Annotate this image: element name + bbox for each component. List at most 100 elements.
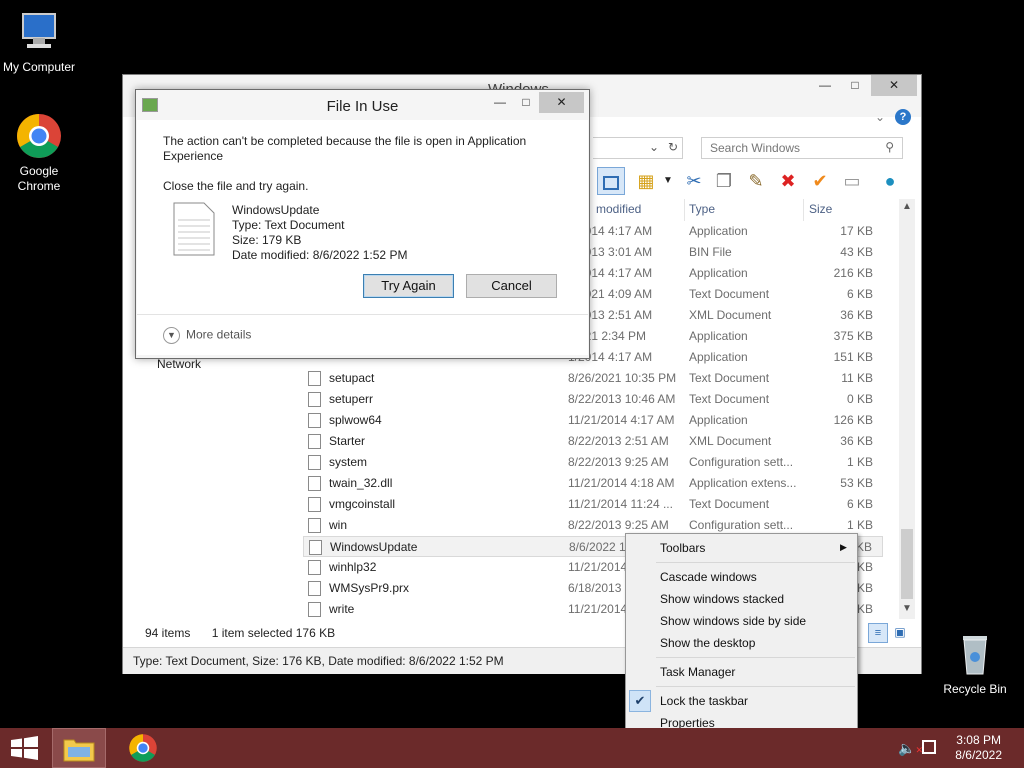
vertical-scrollbar[interactable]: ▲ ▼ xyxy=(899,199,915,619)
file-name-cell: system xyxy=(329,455,368,469)
menu-item-show-desktop[interactable]: Show the desktop xyxy=(660,636,755,650)
table-row[interactable]: twain_32.dll 11/21/2014 4:18 AM Applicatio… xyxy=(303,473,883,494)
file-size-cell: 0 KB xyxy=(846,392,873,406)
nav-pane-item-network[interactable]: Network xyxy=(157,357,201,371)
check-icon[interactable]: ✔ xyxy=(807,167,833,195)
dialog-minimize-button[interactable]: — xyxy=(486,92,514,113)
help-icon[interactable]: ? xyxy=(895,109,911,125)
file-type-cell: Text Document xyxy=(689,287,770,301)
file-icon xyxy=(308,455,321,470)
file-name-cell: twain_32.dll xyxy=(329,476,393,490)
file-in-use-dialog[interactable]: File In Use — □ ✕ The action can't be co… xyxy=(135,89,590,359)
layout-icon[interactable] xyxy=(597,167,625,195)
dialog-instruction: Close the file and try again. xyxy=(163,179,309,193)
scroll-up-icon[interactable]: ▲ xyxy=(902,201,912,212)
chrome-icon xyxy=(15,112,63,160)
file-icon xyxy=(308,497,321,512)
dropdown-arrow-icon[interactable]: ▼ xyxy=(655,167,681,195)
file-icon xyxy=(308,581,321,596)
desktop-icon-google-chrome[interactable]: Google Chrome xyxy=(0,112,84,194)
menu-item-toolbars[interactable]: Toolbars xyxy=(660,541,705,555)
search-icon: ⚲ xyxy=(885,140,894,154)
desktop-icon-recycle-bin[interactable]: Recycle Bin xyxy=(930,630,1020,697)
table-row[interactable]: vmgcoinstall 11/21/2014 11:24 ... Text Doc… xyxy=(303,494,883,515)
clock-time: 3:08 PM xyxy=(956,733,1001,747)
recycle-bin-icon xyxy=(955,630,995,678)
file-size-cell: 36 KB xyxy=(840,308,873,322)
file-size-cell: 43 KB xyxy=(840,245,873,259)
table-row[interactable]: setuperr 8/22/2013 10:46 AM Text Document 0… xyxy=(303,389,883,410)
try-again-button[interactable]: Try Again xyxy=(363,274,454,298)
file-type-cell: Text Document xyxy=(689,371,770,385)
menu-item-cascade[interactable]: Cascade windows xyxy=(660,570,757,584)
menu-item-side-by-side[interactable]: Show windows side by side xyxy=(660,614,806,628)
taskbar[interactable]: 🔈✕ 3:08 PM 8/6/2022 xyxy=(0,728,1024,768)
file-name-cell: vmgcoinstall xyxy=(329,497,396,511)
taskbar-chrome[interactable] xyxy=(116,728,170,768)
desktop-icon-my-computer[interactable]: My Computer xyxy=(0,8,84,75)
dialog-maximize-button[interactable]: □ xyxy=(512,92,540,113)
taskbar-file-explorer[interactable] xyxy=(52,728,106,768)
file-date-cell: 8/22/2013 2:51 AM xyxy=(568,434,669,448)
column-type[interactable]: Type xyxy=(689,202,715,216)
file-type-cell: Application xyxy=(689,224,748,238)
cut-icon[interactable]: ✂ xyxy=(681,167,707,195)
file-type-cell: Application extens... xyxy=(689,476,797,490)
file-icon xyxy=(308,602,321,617)
scroll-thumb[interactable] xyxy=(901,529,913,599)
delete-icon[interactable]: ✖ xyxy=(775,167,801,195)
minimize-button[interactable]: — xyxy=(811,75,839,96)
file-size-cell: 36 KB xyxy=(840,434,873,448)
dialog-body: The action can't be completed because th… xyxy=(137,120,588,355)
file-type-cell: XML Document xyxy=(689,308,772,322)
paste-icon[interactable]: ✎ xyxy=(743,167,769,195)
network-icon[interactable] xyxy=(922,740,936,754)
column-size[interactable]: Size xyxy=(809,202,832,216)
table-row[interactable]: splwow64 11/21/2014 4:17 AM Application 126… xyxy=(303,410,883,431)
table-row[interactable]: system 8/22/2013 9:25 AM Configuration set… xyxy=(303,452,883,473)
cancel-button[interactable]: Cancel xyxy=(466,274,557,298)
network-label: Network xyxy=(157,357,202,371)
close-button[interactable]: ✕ xyxy=(871,75,917,96)
file-type: Type: Text Document xyxy=(232,218,345,232)
file-type-cell: Application xyxy=(689,329,748,343)
file-name-cell: WindowsUpdate xyxy=(330,540,418,554)
address-bar[interactable]: ⌄ ↻ xyxy=(593,137,683,159)
large-icons-view-icon[interactable]: ▣ xyxy=(891,623,909,641)
chevron-down-icon[interactable]: ⌄ xyxy=(875,110,885,124)
start-button[interactable] xyxy=(0,728,54,768)
file-date-cell: 8/26/2021 10:35 PM xyxy=(568,371,677,385)
file-size-cell: KB xyxy=(855,540,872,554)
menu-item-lock-taskbar[interactable]: Lock the taskbar xyxy=(660,694,748,708)
text-file-icon xyxy=(173,202,215,256)
file-size-cell: 6 KB xyxy=(846,287,873,301)
command-toolbar: ▦ ▼ ✂ ❐ ✎ ✖ ✔ ▭ ● xyxy=(593,167,913,197)
file-type-cell: Application xyxy=(689,266,748,280)
file-date-cell: 11/21/2014 4:17 AM xyxy=(568,413,675,427)
search-input[interactable]: Search Windows ⚲ xyxy=(701,137,903,159)
more-details-toggle[interactable]: ▼ More details xyxy=(163,327,251,344)
copy-icon[interactable]: ❐ xyxy=(711,167,737,195)
file-icon xyxy=(308,518,321,533)
menu-item-task-manager[interactable]: Task Manager xyxy=(660,665,735,679)
table-row[interactable]: setupact 8/26/2021 10:35 PM Text Document 1… xyxy=(303,368,883,389)
taskbar-clock[interactable]: 3:08 PM 8/6/2022 xyxy=(955,733,1002,763)
table-row[interactable]: Starter 8/22/2013 2:51 AM XML Document 36 K… xyxy=(303,431,883,452)
column-date-modified[interactable]: modified xyxy=(596,202,641,216)
file-name: WindowsUpdate xyxy=(232,203,320,217)
taskbar-context-menu[interactable]: Toolbars ▶ Cascade windows Show windows … xyxy=(625,533,858,736)
globe-icon[interactable]: ● xyxy=(877,167,903,195)
refresh-icon[interactable]: ↻ xyxy=(668,140,678,154)
dialog-close-button[interactable]: ✕ xyxy=(539,92,584,113)
desktop-icon-label: Recycle Bin xyxy=(943,682,1007,696)
maximize-button[interactable]: □ xyxy=(841,75,869,96)
file-name-cell: setuperr xyxy=(329,392,374,406)
status-bar: 94 items 1 item selected 176 KB xyxy=(145,626,335,640)
folder-icon xyxy=(63,739,95,762)
details-view-icon[interactable]: ≡ xyxy=(868,623,888,643)
volume-muted-icon[interactable]: 🔈✕ xyxy=(898,740,923,757)
menu-item-stacked[interactable]: Show windows stacked xyxy=(660,592,784,606)
chrome-icon xyxy=(129,734,157,762)
rename-icon[interactable]: ▭ xyxy=(839,167,865,195)
scroll-down-icon[interactable]: ▼ xyxy=(902,603,912,614)
